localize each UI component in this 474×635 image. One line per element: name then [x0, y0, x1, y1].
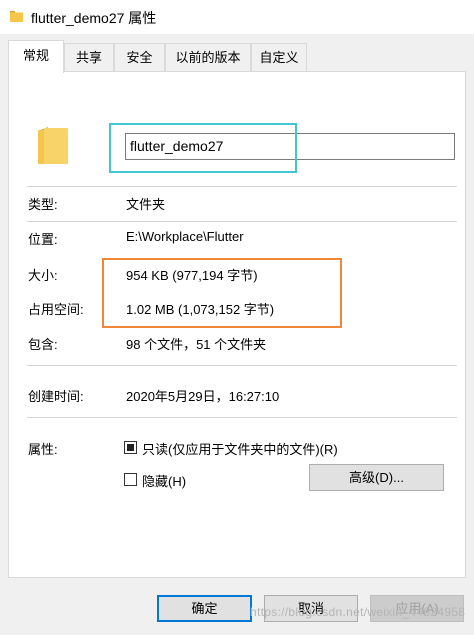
divider	[27, 365, 457, 366]
folder-icon	[38, 127, 68, 164]
created-value: 2020年5月29日，16:27:10	[126, 389, 280, 404]
attributes-label: 属性:	[28, 442, 58, 457]
contains-label: 包含:	[28, 337, 58, 352]
highlight-box-orange	[102, 258, 342, 328]
readonly-label[interactable]: 只读(仅应用于文件夹中的文件)(R)	[142, 439, 338, 458]
divider	[27, 221, 457, 222]
tab-security[interactable]: 安全	[114, 43, 165, 72]
title-bar: flutter_demo27 属性	[0, 0, 474, 34]
size-label: 大小:	[28, 268, 58, 283]
ok-button[interactable]: 确定	[157, 595, 252, 622]
folder-icon	[10, 11, 23, 22]
type-label: 类型:	[28, 197, 58, 212]
readonly-checkbox[interactable]	[124, 441, 137, 454]
divider	[27, 417, 457, 418]
hidden-label[interactable]: 隐藏(H)	[142, 471, 186, 490]
highlight-box-cyan	[109, 123, 297, 173]
created-label: 创建时间:	[28, 389, 84, 404]
advanced-button[interactable]: 高级(D)...	[309, 464, 444, 491]
tab-sharing[interactable]: 共享	[64, 43, 114, 72]
type-value: 文件夹	[126, 197, 166, 212]
watermark-text: https://blog.csdn.net/weixin_44624958	[250, 605, 466, 619]
tab-previous-versions[interactable]: 以前的版本	[165, 43, 251, 72]
divider	[27, 186, 457, 187]
tab-general[interactable]: 常规	[8, 40, 64, 73]
size-on-disk-label: 占用空间:	[28, 302, 84, 317]
location-label: 位置:	[28, 232, 58, 247]
contains-value: 98 个文件，51 个文件夹	[126, 337, 267, 352]
general-panel: flutter_demo27 类型: 文件夹 位置: E:\Workplace\…	[8, 71, 466, 578]
hidden-checkbox[interactable]	[124, 473, 137, 486]
location-value: E:\Workplace\Flutter	[126, 229, 244, 244]
dialog-body: 常规 共享 安全 以前的版本 自定义 flutter_demo27 类型: 文件…	[0, 34, 474, 635]
tab-customize[interactable]: 自定义	[251, 43, 307, 72]
window-title: flutter_demo27 属性	[31, 10, 157, 26]
